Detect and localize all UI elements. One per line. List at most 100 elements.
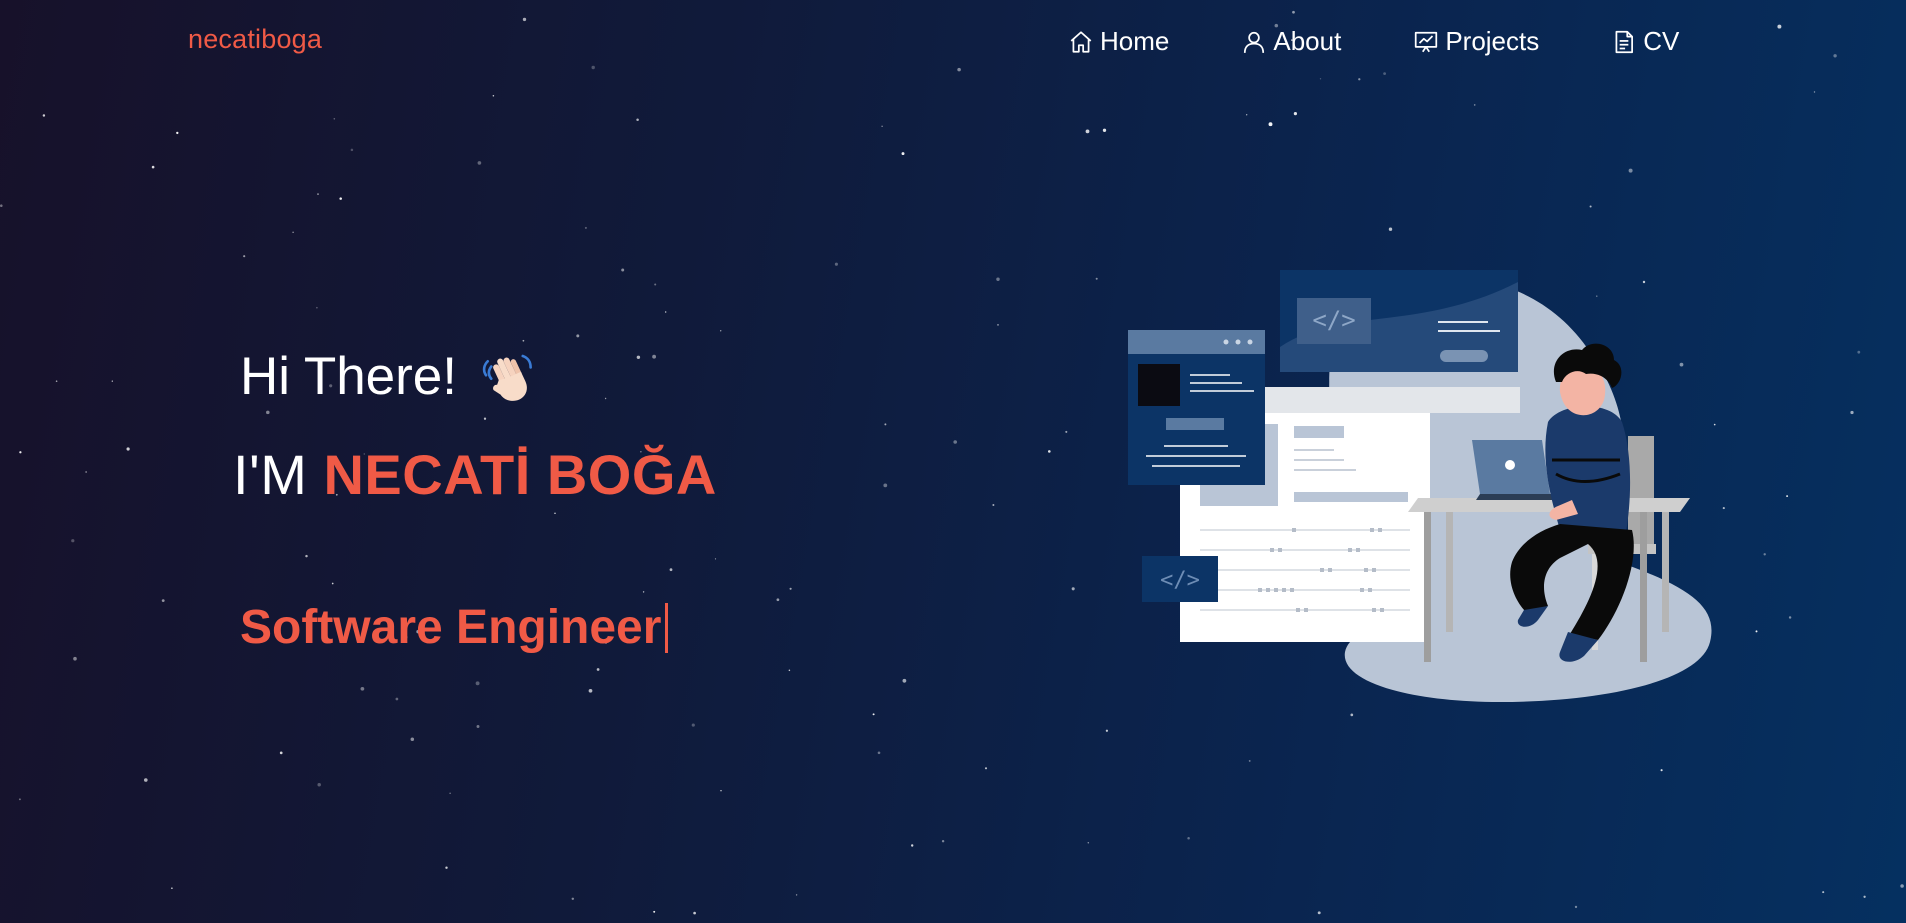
- star-dot: [996, 277, 1000, 281]
- star-dot: [1047, 450, 1051, 453]
- star-dot: [445, 866, 448, 869]
- star-dot: [1833, 54, 1837, 58]
- star-dot: [1246, 114, 1248, 116]
- code-brackets-glyph: </>: [1312, 306, 1355, 334]
- star-dot: [71, 539, 75, 543]
- star-dot: [1755, 630, 1758, 633]
- star-dot: [55, 380, 58, 383]
- star-dot: [1722, 507, 1725, 510]
- star-dot: [151, 165, 155, 169]
- star-dot: [1095, 277, 1098, 280]
- star-dot: [584, 226, 587, 229]
- star-dot: [654, 283, 657, 286]
- star-dot: [877, 751, 881, 755]
- star-dot: [953, 440, 957, 444]
- nav-item-home[interactable]: Home: [1068, 26, 1169, 57]
- star-dot: [476, 725, 480, 728]
- star-dot: [1473, 104, 1476, 106]
- star-dot: [1105, 729, 1109, 732]
- document-icon: [1615, 30, 1634, 53]
- star-dot: [911, 844, 914, 847]
- star-dot: [316, 306, 318, 309]
- star-dot: [884, 423, 887, 426]
- hero-greeting: Hi There!: [240, 346, 535, 407]
- brand-logo[interactable]: necatiboga: [188, 24, 322, 55]
- star-dot: [522, 339, 525, 342]
- star-dot: [588, 688, 593, 693]
- nav-item-label: About: [1273, 26, 1342, 56]
- star-dot: [171, 887, 173, 889]
- star-dot: [1319, 78, 1322, 80]
- waving-hand-icon: [482, 354, 532, 401]
- star-dot: [449, 792, 451, 794]
- star-dot: [19, 451, 22, 454]
- star-dot: [360, 686, 365, 691]
- star-dot: [477, 161, 482, 165]
- star-dot: [111, 380, 113, 382]
- star-dot: [1350, 713, 1354, 717]
- star-dot: [636, 355, 641, 360]
- star-dot: [266, 410, 270, 415]
- star-dot: [901, 152, 905, 156]
- nav-item-cv[interactable]: CV: [1611, 26, 1679, 57]
- typing-cursor: [665, 602, 669, 653]
- home-icon: [1070, 30, 1092, 53]
- star-dot: [669, 568, 673, 572]
- owner-name: NECATİ BOĞA: [323, 443, 717, 506]
- star-dot: [243, 255, 246, 258]
- star-dot: [997, 324, 999, 326]
- hero-name-heading: I'M NECATİ BOĞA: [233, 442, 717, 507]
- star-dot: [1788, 616, 1792, 619]
- star-dot: [333, 118, 336, 120]
- star-dot: [1085, 129, 1090, 134]
- star-dot: [85, 471, 87, 473]
- star-dot: [292, 231, 294, 233]
- star-dot: [652, 354, 656, 359]
- star-dot: [317, 193, 319, 195]
- star-dot: [522, 17, 527, 22]
- star-dot: [604, 397, 607, 400]
- star-dot: [788, 669, 791, 672]
- star-dot: [161, 599, 165, 602]
- star-dot: [1850, 410, 1854, 415]
- star-dot: [317, 783, 321, 787]
- star-dot: [1813, 91, 1816, 93]
- star-dot: [795, 894, 798, 896]
- star-dot: [636, 118, 639, 122]
- star-dot: [872, 713, 875, 716]
- star-dot: [691, 723, 695, 727]
- star-dot: [73, 656, 77, 661]
- star-dot: [1857, 350, 1861, 354]
- star-dot: [902, 678, 907, 683]
- star-dot: [1102, 128, 1107, 132]
- nav-item-label: Home: [1100, 26, 1170, 56]
- star-dot: [642, 591, 645, 593]
- star-dot: [834, 262, 838, 266]
- star-dot: [596, 668, 600, 671]
- star-dot: [1248, 759, 1251, 762]
- star-dot: [339, 197, 342, 200]
- star-dot: [1388, 227, 1393, 231]
- star-dot: [1763, 553, 1766, 556]
- star-dot: [1777, 24, 1782, 29]
- presentation-icon: [1415, 31, 1438, 52]
- star-dot: [653, 910, 656, 913]
- star-dot: [883, 483, 888, 488]
- code-brackets-glyph: </>: [1160, 568, 1200, 593]
- nav-item-projects[interactable]: Projects: [1413, 26, 1539, 57]
- star-dot: [571, 897, 575, 901]
- star-dot: [42, 114, 46, 117]
- star-dot: [395, 697, 399, 701]
- star-dot: [1589, 205, 1592, 208]
- star-dot: [1863, 895, 1866, 898]
- star-dot: [1187, 836, 1190, 840]
- nav-item-about[interactable]: About: [1241, 26, 1341, 57]
- star-dot: [1900, 884, 1904, 888]
- star-dot: [1065, 430, 1068, 433]
- star-dot: [1293, 112, 1297, 116]
- star-dot: [720, 330, 722, 332]
- star-dot: [305, 554, 308, 558]
- star-dot: [591, 65, 595, 70]
- star-dot: [0, 204, 3, 207]
- star-dot: [789, 587, 792, 590]
